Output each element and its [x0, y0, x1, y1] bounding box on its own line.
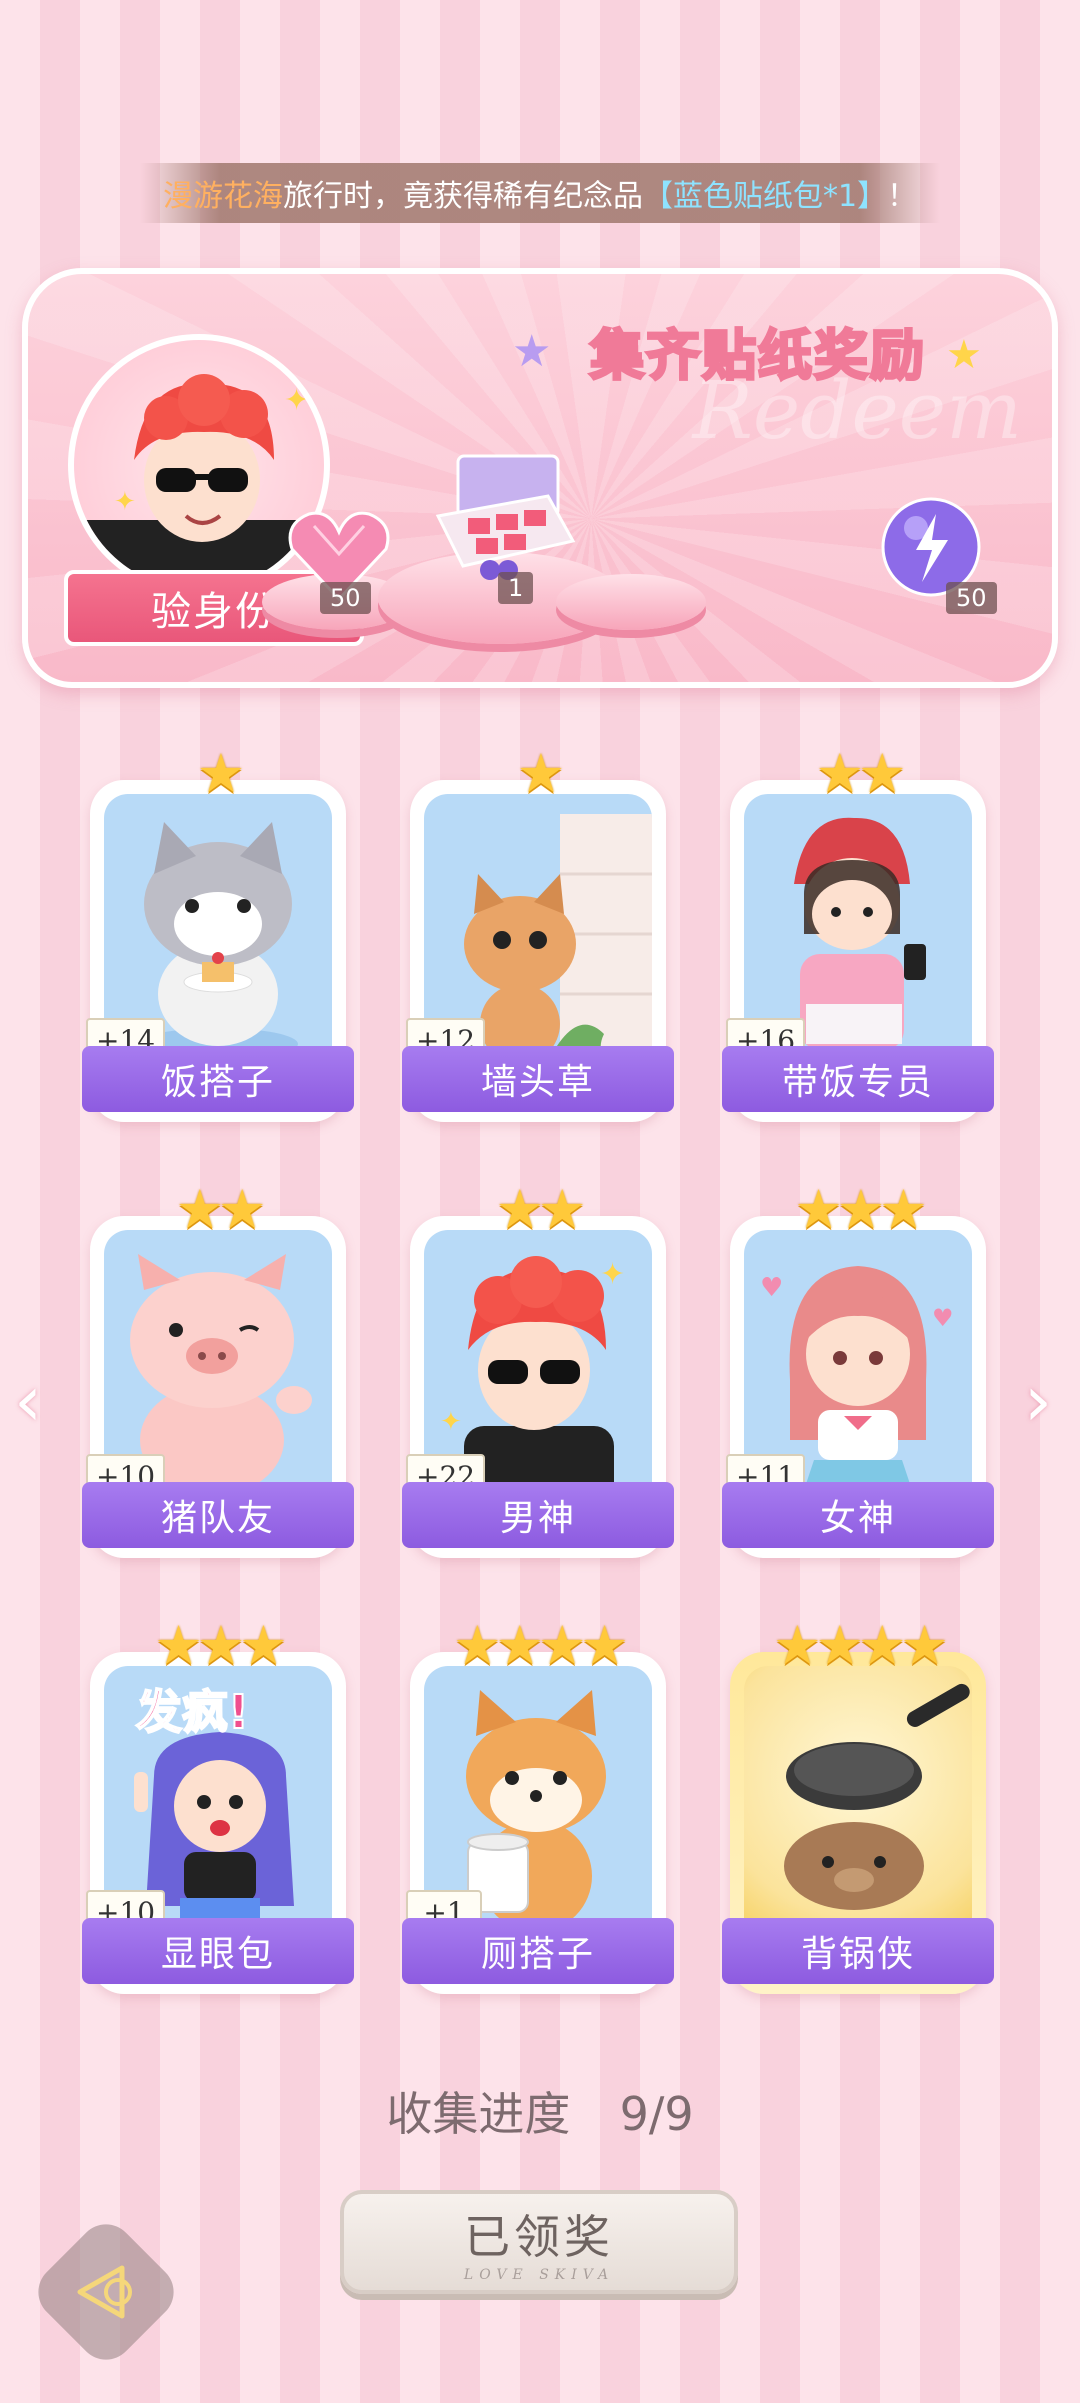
notice-item: 【蓝色贴纸包*1】: [642, 179, 888, 214]
reward-count: 1: [498, 572, 534, 604]
reward-panel: Redeem ★ 集齐贴纸奖励 ★ ✦ ✦ 验身份 50 1 50: [22, 268, 1058, 688]
prev-page-arrow-icon[interactable]: ‹: [14, 1360, 42, 1442]
sticker-card[interactable]: ★ +12 墙头草: [402, 744, 674, 1122]
capybara-with-pan-icon: [784, 1683, 970, 1910]
progress-value: 9/9: [619, 2087, 694, 2141]
sticker-name: 猪队友: [82, 1482, 354, 1548]
reward-count: 50: [946, 582, 997, 614]
svg-text:✦: ✦: [440, 1407, 462, 1437]
sticker-card[interactable]: ★★★ 发疯! +10 显眼包: [82, 1616, 354, 1994]
sticker-card[interactable]: ★ +14 饭搭子: [82, 744, 354, 1122]
reward-pedestal: [556, 574, 706, 630]
sticker-name: 女神: [722, 1482, 994, 1548]
svg-text:✦: ✦: [600, 1257, 625, 1292]
purple-star-icon: ★: [512, 326, 552, 377]
notice-text: 旅行时，竟获得稀有纪念品: [282, 179, 643, 214]
svg-text:♥: ♥: [760, 1273, 783, 1303]
svg-text:♥: ♥: [932, 1304, 954, 1332]
sticker-name: 男神: [402, 1482, 674, 1548]
sticker-card[interactable]: ★★ ✦ ✦ +22 男神: [402, 1180, 674, 1558]
claimed-sublabel: LOVE SKIVA: [463, 2267, 615, 2283]
sticker-name: 带饭专员: [722, 1046, 994, 1112]
sticker-art: [744, 1666, 972, 1942]
progress-label: 收集进度: [386, 2087, 571, 2141]
sticker-card[interactable]: ★★★★ +1 厕搭子: [402, 1616, 674, 1994]
sticker-card[interactable]: ★★ +10 猪队友: [82, 1180, 354, 1558]
claimed-label: 已领奖: [464, 2210, 614, 2264]
next-page-arrow-icon[interactable]: ›: [1024, 1360, 1052, 1442]
sticker-name: 墙头草: [402, 1046, 674, 1112]
sticker-name: 背锅侠: [722, 1918, 994, 1984]
sticker-name: 厕搭子: [402, 1918, 674, 1984]
collection-progress: 收集进度 9/9: [0, 2078, 1080, 2144]
sticker-gift-box-icon: [435, 454, 576, 580]
panel-title: 集齐贴纸奖励: [589, 322, 926, 388]
reward-count: 50: [320, 582, 371, 614]
sticker-card[interactable]: ★★★ ♥ ♥ +11 女神: [722, 1180, 994, 1558]
sticker-card[interactable]: ★★ +16 带饭专员: [722, 744, 994, 1122]
notice-location: 漫游花海: [162, 179, 283, 214]
svg-text:✦: ✦: [284, 383, 309, 418]
notice-end: ！: [887, 179, 918, 214]
back-arrow-icon: [64, 2250, 148, 2334]
sticker-caption: 发疯!: [135, 1684, 250, 1740]
sticker-name: 饭搭子: [82, 1046, 354, 1112]
svg-text:✦: ✦: [114, 487, 136, 517]
gold-star-icon: ★: [946, 332, 982, 378]
notice-banner: 漫游花海 旅行时，竟获得稀有纪念品 【蓝色贴纸包*1】 ！: [140, 163, 940, 223]
sticker-card[interactable]: ★★★★ 背锅侠: [722, 1616, 994, 1994]
claimed-button[interactable]: 已领奖 LOVE SKIVA: [340, 2190, 738, 2294]
sticker-name: 显眼包: [82, 1918, 354, 1984]
